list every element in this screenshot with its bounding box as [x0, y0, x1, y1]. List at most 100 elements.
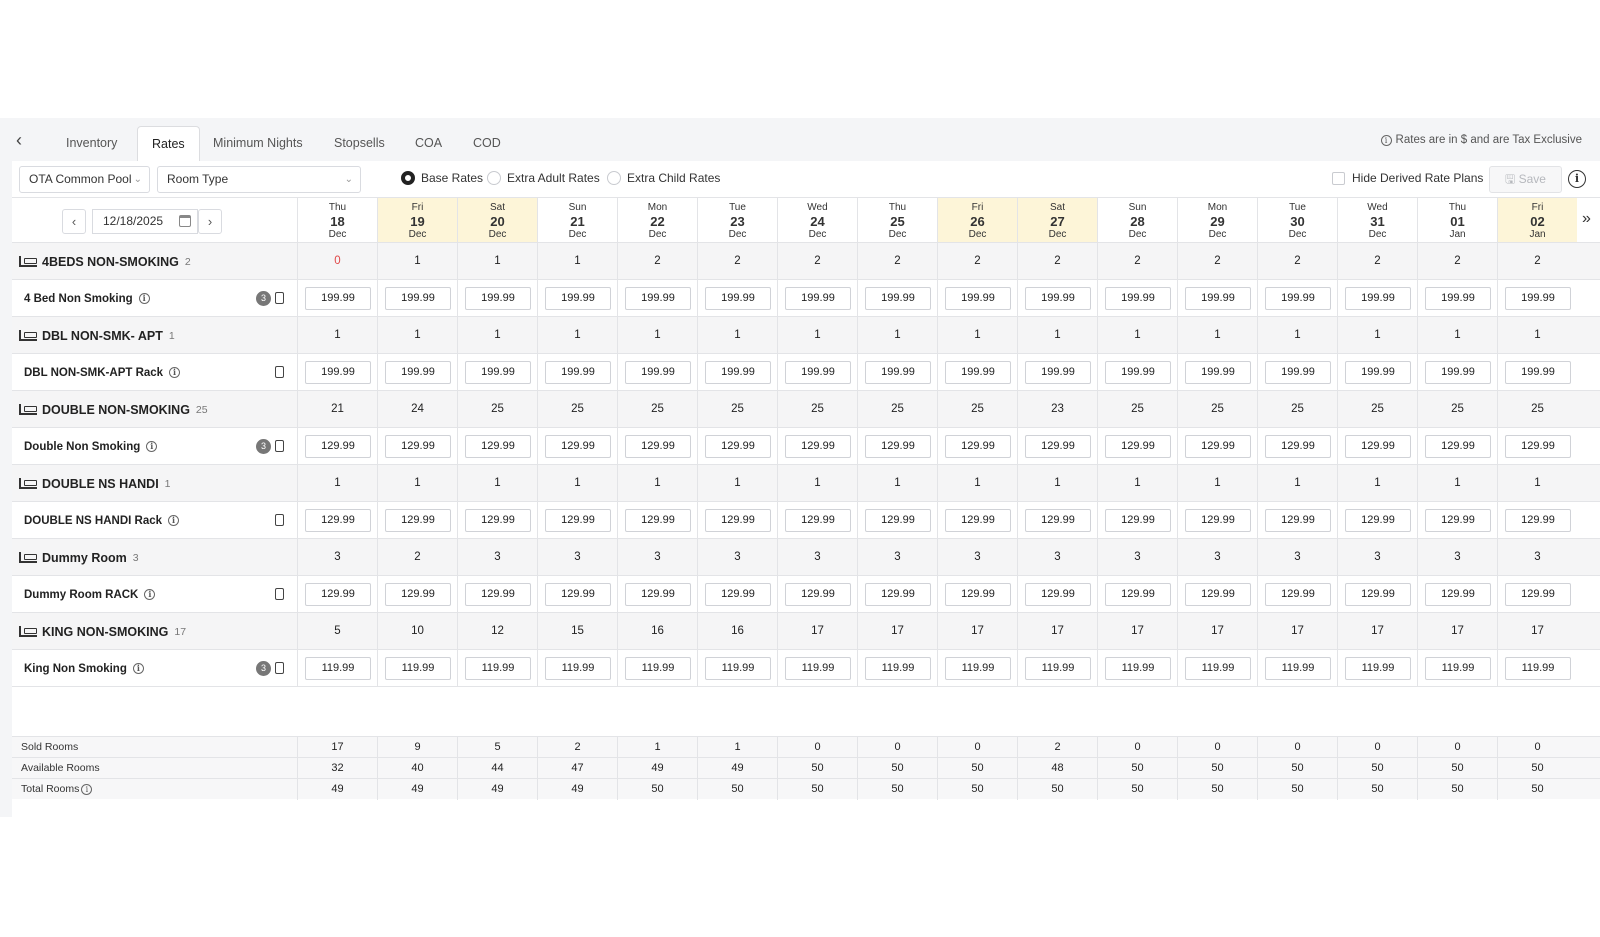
rate-input[interactable]: 119.99 — [945, 657, 1011, 680]
rate-input[interactable]: 129.99 — [865, 509, 931, 532]
rate-input[interactable]: 119.99 — [1425, 657, 1491, 680]
rate-input[interactable]: 129.99 — [625, 509, 691, 532]
info-icon[interactable]: i — [132, 663, 144, 674]
rate-input[interactable]: 129.99 — [465, 509, 531, 532]
derived-count-badge[interactable]: 3 — [256, 439, 271, 454]
rate-input[interactable]: 199.99 — [945, 361, 1011, 384]
rate-input[interactable]: 129.99 — [865, 435, 931, 458]
rate-input[interactable]: 129.99 — [625, 583, 691, 606]
rate-input[interactable]: 129.99 — [945, 435, 1011, 458]
copy-icon[interactable] — [275, 514, 284, 526]
rate-input[interactable]: 129.99 — [1185, 583, 1251, 606]
rate-input[interactable]: 119.99 — [705, 657, 771, 680]
rate-input[interactable]: 119.99 — [1185, 657, 1251, 680]
rate-input[interactable]: 199.99 — [1185, 361, 1251, 384]
rate-input[interactable]: 129.99 — [1185, 435, 1251, 458]
rate-input[interactable]: 199.99 — [1185, 287, 1251, 310]
rate-input[interactable]: 199.99 — [305, 287, 371, 310]
copy-icon[interactable] — [275, 662, 284, 674]
tab-rates[interactable]: Rates — [137, 126, 200, 161]
derived-count-badge[interactable]: 3 — [256, 291, 271, 306]
rate-input[interactable]: 199.99 — [385, 361, 451, 384]
rate-input[interactable]: 199.99 — [705, 361, 771, 384]
tab-coa[interactable]: COA — [401, 126, 456, 161]
save-button[interactable]: 🖫 Save — [1489, 166, 1562, 193]
rate-input[interactable]: 199.99 — [705, 287, 771, 310]
rate-input[interactable]: 199.99 — [865, 287, 931, 310]
radio-extra-adult-rates[interactable]: Extra Adult Rates — [487, 171, 600, 185]
radio-button[interactable] — [401, 171, 415, 185]
rate-input[interactable]: 129.99 — [1105, 435, 1171, 458]
rate-input[interactable]: 199.99 — [305, 361, 371, 384]
info-icon[interactable]: i — [81, 784, 93, 795]
rate-input[interactable]: 129.99 — [1265, 509, 1331, 532]
rate-input[interactable]: 129.99 — [1505, 435, 1571, 458]
copy-icon[interactable] — [275, 440, 284, 452]
rate-input[interactable]: 129.99 — [385, 509, 451, 532]
rate-input[interactable]: 129.99 — [305, 583, 371, 606]
double-chevron-right-icon[interactable]: » — [1582, 210, 1600, 230]
rate-input[interactable]: 129.99 — [465, 435, 531, 458]
prev-date-button[interactable]: ‹ — [62, 209, 86, 234]
rate-input[interactable]: 129.99 — [545, 435, 611, 458]
rate-input[interactable]: 199.99 — [625, 361, 691, 384]
rate-input[interactable]: 199.99 — [1425, 287, 1491, 310]
rate-input[interactable]: 129.99 — [865, 583, 931, 606]
rate-input[interactable]: 199.99 — [1505, 287, 1571, 310]
rate-input[interactable]: 199.99 — [465, 287, 531, 310]
rate-input[interactable]: 129.99 — [305, 435, 371, 458]
hide-derived-checkbox[interactable] — [1332, 171, 1345, 185]
info-icon[interactable]: i — [146, 441, 158, 452]
rate-input[interactable]: 129.99 — [1265, 435, 1331, 458]
rate-input[interactable]: 129.99 — [1505, 509, 1571, 532]
rate-input[interactable]: 199.99 — [1505, 361, 1571, 384]
rate-input[interactable]: 129.99 — [1425, 435, 1491, 458]
rate-input[interactable]: 129.99 — [1345, 509, 1411, 532]
rate-input[interactable]: 119.99 — [545, 657, 611, 680]
info-icon[interactable]: i — [144, 589, 156, 600]
rate-input[interactable]: 129.99 — [1265, 583, 1331, 606]
rate-input[interactable]: 129.99 — [1345, 435, 1411, 458]
rate-input[interactable]: 119.99 — [625, 657, 691, 680]
rate-input[interactable]: 129.99 — [1025, 509, 1091, 532]
rate-input[interactable]: 129.99 — [1425, 583, 1491, 606]
rate-input[interactable]: 199.99 — [1025, 361, 1091, 384]
rate-input[interactable]: 129.99 — [785, 583, 851, 606]
rate-input[interactable]: 199.99 — [785, 287, 851, 310]
rate-input[interactable]: 129.99 — [705, 435, 771, 458]
rate-input[interactable]: 199.99 — [1265, 361, 1331, 384]
calendar-icon[interactable] — [179, 215, 191, 227]
pool-select[interactable]: OTA Common Pool ⌄ — [19, 166, 150, 193]
rate-input[interactable]: 199.99 — [1025, 287, 1091, 310]
back-arrow-icon[interactable]: ‹ — [16, 131, 34, 149]
rate-input[interactable]: 129.99 — [1025, 435, 1091, 458]
radio-extra-child-rates[interactable]: Extra Child Rates — [607, 171, 720, 185]
rate-input[interactable]: 199.99 — [545, 361, 611, 384]
tab-minimum-nights[interactable]: Minimum Nights — [199, 126, 317, 161]
rate-input[interactable]: 129.99 — [625, 435, 691, 458]
rate-input[interactable]: 129.99 — [945, 583, 1011, 606]
rate-input[interactable]: 129.99 — [705, 509, 771, 532]
rate-input[interactable]: 129.99 — [785, 509, 851, 532]
rate-input[interactable]: 119.99 — [1265, 657, 1331, 680]
rate-input[interactable]: 129.99 — [385, 583, 451, 606]
rate-input[interactable]: 119.99 — [1105, 657, 1171, 680]
rate-input[interactable]: 119.99 — [1505, 657, 1571, 680]
rate-input[interactable]: 129.99 — [1025, 583, 1091, 606]
rate-input[interactable]: 119.99 — [785, 657, 851, 680]
rate-input[interactable]: 129.99 — [385, 435, 451, 458]
radio-base-rates[interactable]: Base Rates — [401, 171, 483, 185]
date-input[interactable]: 12/18/2025 — [92, 209, 198, 234]
rate-input[interactable]: 129.99 — [1505, 583, 1571, 606]
rate-input[interactable]: 199.99 — [1105, 287, 1171, 310]
rate-input[interactable]: 119.99 — [1025, 657, 1091, 680]
rate-input[interactable]: 129.99 — [785, 435, 851, 458]
rate-input[interactable]: 199.99 — [625, 287, 691, 310]
tab-cod[interactable]: COD — [459, 126, 515, 161]
rate-input[interactable]: 129.99 — [545, 509, 611, 532]
rate-input[interactable]: 199.99 — [1345, 361, 1411, 384]
rate-input[interactable]: 199.99 — [465, 361, 531, 384]
rate-input[interactable]: 129.99 — [465, 583, 531, 606]
info-icon[interactable]: i — [169, 367, 181, 378]
derived-count-badge[interactable]: 3 — [256, 661, 271, 676]
